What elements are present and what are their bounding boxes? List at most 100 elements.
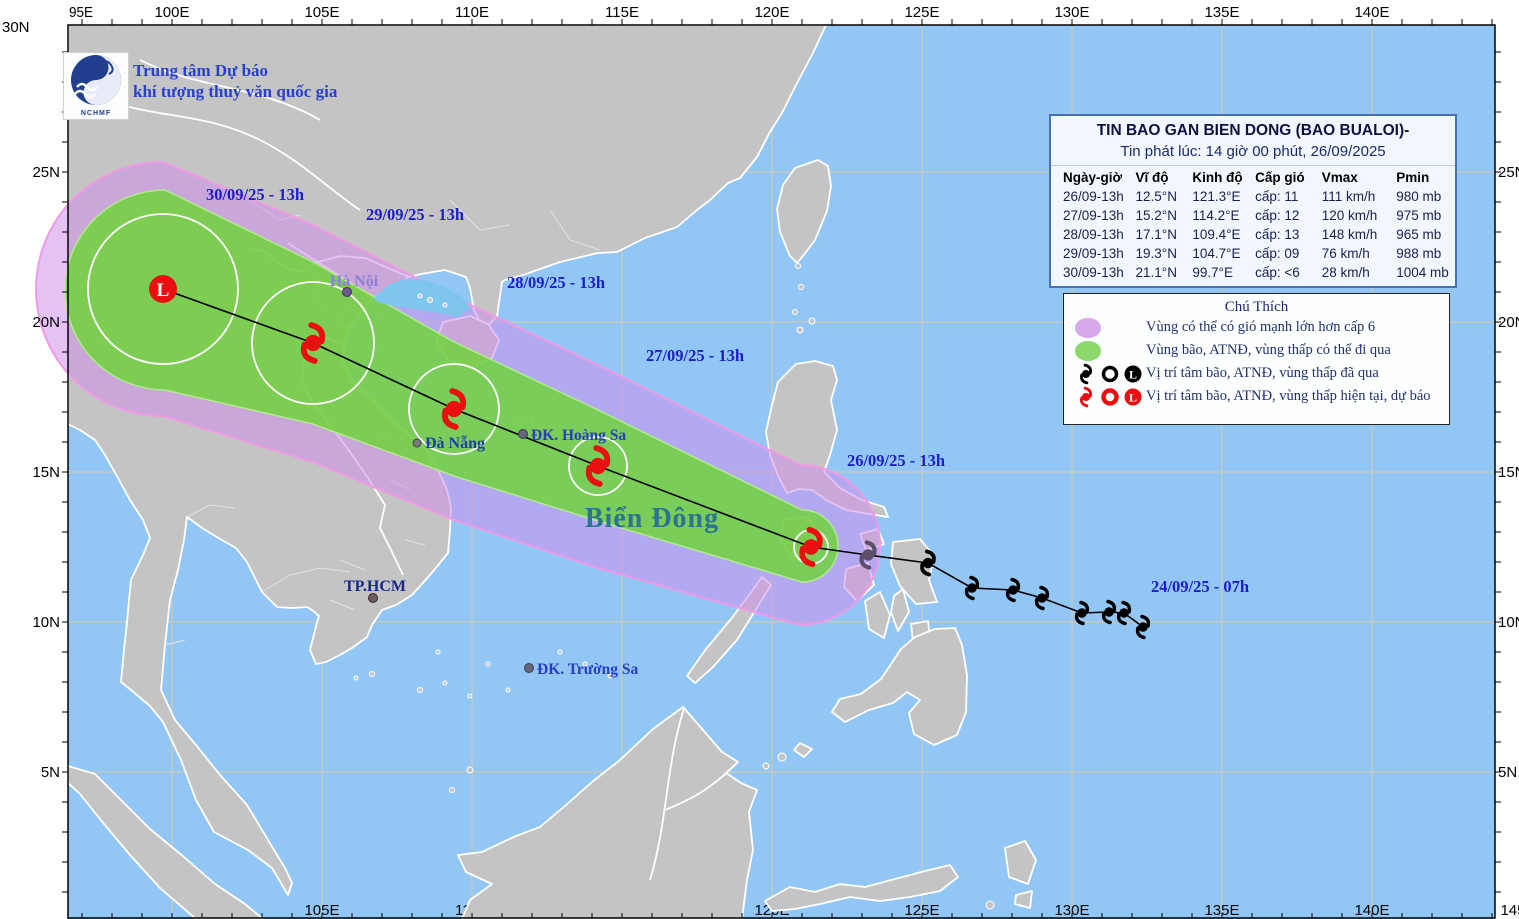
- org-name: Trung tâm Dự báo khí tượng thuỷ văn quốc…: [133, 60, 337, 102]
- cell: 980 mb: [1396, 189, 1455, 204]
- col-header: Kinh độ: [1192, 170, 1255, 185]
- nchmf-logo: NCHMF: [63, 52, 129, 120]
- table-row: 28/09-13h 17.1°N 109.4°E cấp: 13 148 km/…: [1051, 227, 1455, 242]
- org-line-2: khí tượng thuỷ văn quốc gia: [133, 81, 337, 102]
- col-header: Vmax: [1322, 170, 1396, 185]
- axis-label: 25N: [32, 164, 60, 181]
- axis-label: 5N: [41, 764, 60, 781]
- legend-item-wind-area: Vùng có thể có gió mạnh lớn hơn cấp 6: [1074, 316, 1449, 339]
- legend-item-label: Vị trí tâm bão, ATNĐ, vùng thấp đã qua: [1146, 365, 1379, 382]
- axis-label: 15N: [1498, 464, 1519, 481]
- col-header: Vĩ độ: [1136, 170, 1193, 185]
- low-pressure-icon: L: [149, 275, 177, 303]
- cell: 30/09-13h: [1063, 265, 1136, 280]
- table-row: 27/09-13h 15.2°N 114.2°E cấp: 12 120 km/…: [1051, 208, 1455, 223]
- svg-text:L: L: [1129, 368, 1137, 382]
- date-label-28: 28/09/25 - 13h: [507, 273, 605, 292]
- green-area-swatch: [1074, 340, 1104, 362]
- label-danang: Đà Nẵng: [425, 435, 485, 452]
- cell: 988 mb: [1396, 246, 1455, 261]
- bulletin-issued-time: Tin phát lúc: 14 giờ 00 phút, 26/09/2025: [1051, 143, 1455, 160]
- cell: 121.3°E: [1192, 189, 1255, 204]
- table-row: 29/09-13h 19.3°N 104.7°E cấp: 09 76 km/h…: [1051, 246, 1455, 261]
- right-axis-labels: 25N 20N 15N 10N 5N: [1498, 164, 1519, 781]
- axis-label: 130E: [1054, 4, 1089, 21]
- legend-item-past: L Vị trí tâm bão, ATNĐ, vùng thấp đã qua: [1074, 362, 1449, 385]
- axis-label: 20N: [32, 314, 60, 331]
- date-label-24: 24/09/25 - 07h: [1151, 577, 1249, 596]
- cell: cấp: <6: [1255, 265, 1322, 280]
- forecast-typhoon-icon: [1074, 385, 1098, 408]
- nchmf-logo-emblem: [65, 53, 127, 107]
- axis-label: 135E: [1204, 4, 1239, 21]
- org-line-1: Trung tâm Dự báo: [133, 60, 337, 81]
- cell: 148 km/h: [1322, 227, 1396, 242]
- cell: cấp: 13: [1255, 227, 1322, 242]
- label-hanoi: Hà Nội: [330, 273, 379, 290]
- cell: 120 km/h: [1322, 208, 1396, 223]
- label-tphcm: TP.HCM: [344, 578, 406, 595]
- legend-item-forecast: L Vị trí tâm bão, ATNĐ, vùng thấp hiện t…: [1074, 385, 1449, 408]
- cell: 28/09-13h: [1063, 227, 1136, 242]
- cell: cấp: 12: [1255, 208, 1322, 223]
- forecast-depression-icon: [1100, 385, 1120, 408]
- svg-text:L: L: [1129, 391, 1137, 405]
- axis-label: 10N: [1498, 614, 1519, 631]
- axis-label: 105E: [304, 4, 339, 21]
- cell: 19.3°N: [1136, 246, 1193, 261]
- table-row: 30/09-13h 21.1°N 99.7°E cấp: <6 28 km/h …: [1051, 265, 1455, 280]
- cell: 111 km/h: [1322, 189, 1396, 204]
- label-bien-dong: Biển Đông: [585, 503, 719, 534]
- cell: 76 km/h: [1322, 246, 1396, 261]
- cell: 26/09-13h: [1063, 189, 1136, 204]
- axis-label: 140E: [1354, 4, 1389, 21]
- svg-text:L: L: [157, 280, 170, 301]
- past-typhoon-icon: [1074, 362, 1098, 385]
- axis-label: 120E: [754, 4, 789, 21]
- table-header-row: Ngày-giờ Vĩ độ Kinh độ Cấp gió Vmax Pmin: [1051, 165, 1455, 185]
- axis-label: 25N: [1498, 164, 1519, 181]
- cell: 29/09-13h: [1063, 246, 1136, 261]
- cell: 109.4°E: [1192, 227, 1255, 242]
- axis-label: 30N: [2, 19, 30, 36]
- legend-item-path-area: Vùng bão, ATNĐ, vùng thấp có thể đi qua: [1074, 339, 1449, 362]
- cell: 15.2°N: [1136, 208, 1193, 223]
- legend-title: Chú Thích: [1064, 299, 1449, 316]
- col-header: Ngày-giờ: [1063, 170, 1136, 185]
- axis-label: 20N: [1498, 314, 1519, 331]
- cell: 114.2°E: [1192, 208, 1255, 223]
- cell: 28 km/h: [1322, 265, 1396, 280]
- axis-label: 110E: [455, 4, 489, 21]
- axis-label: 15N: [32, 464, 60, 481]
- legend-item-label: Vùng bão, ATNĐ, vùng thấp có thể đi qua: [1146, 342, 1391, 359]
- axis-label: 10N: [32, 614, 60, 631]
- axis-label: 5N: [1498, 764, 1517, 781]
- cell: cấp: 09: [1255, 246, 1322, 261]
- past-low-icon: L: [1122, 362, 1144, 385]
- cell: 104.7°E: [1192, 246, 1255, 261]
- cell: 965 mb: [1396, 227, 1455, 242]
- past-depression-icon: [1100, 362, 1120, 385]
- cell: 21.1°N: [1136, 265, 1193, 280]
- cell: cấp: 11: [1255, 189, 1322, 204]
- legend-item-label: Vị trí tâm bão, ATNĐ, vùng thấp hiện tại…: [1146, 388, 1431, 405]
- label-truong-sa: ĐK. Trường Sa: [537, 661, 639, 678]
- cell: 12.5°N: [1136, 189, 1193, 204]
- bulletin-title: TIN BAO GAN BIEN DONG (BAO BUALOI)-: [1051, 122, 1455, 140]
- table-row: 26/09-13h 12.5°N 121.3°E cấp: 11 111 km/…: [1051, 189, 1455, 204]
- forecast-low-icon: L: [1122, 385, 1144, 408]
- col-header: Pmin: [1396, 170, 1455, 185]
- axis-label: 95E: [69, 4, 93, 21]
- date-label-30: 30/09/25 - 13h: [206, 185, 304, 204]
- cell: 1004 mb: [1396, 265, 1455, 280]
- legend: Chú Thích Vùng có thể có gió mạnh lớn hơ…: [1063, 293, 1450, 425]
- cell: 99.7°E: [1192, 265, 1255, 280]
- cell: 27/09-13h: [1063, 208, 1136, 223]
- storm-info-box: TIN BAO GAN BIEN DONG (BAO BUALOI)- Tin …: [1049, 114, 1457, 288]
- cell: 17.1°N: [1136, 227, 1193, 242]
- storm-bulletin-map: 105E 110E 115E 120E 125E 130E 135E 140E …: [0, 0, 1519, 919]
- nchmf-abbr: NCHMF: [64, 110, 128, 117]
- legend-item-label: Vùng có thể có gió mạnh lớn hơn cấp 6: [1146, 319, 1375, 336]
- date-label-29: 29/09/25 - 13h: [366, 205, 464, 224]
- cell: 975 mb: [1396, 208, 1455, 223]
